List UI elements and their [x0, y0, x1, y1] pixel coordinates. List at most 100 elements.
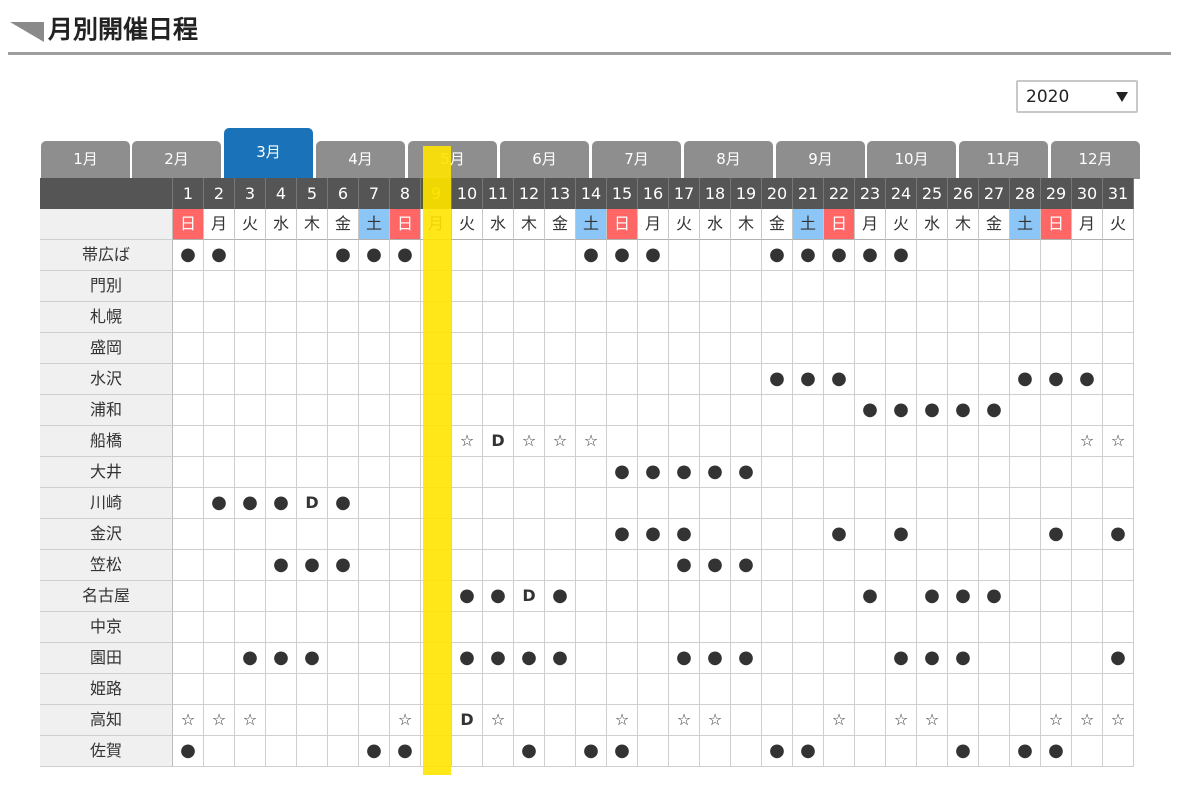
race-day-mark[interactable]: ● — [1041, 364, 1072, 395]
race-day-mark[interactable]: ● — [204, 488, 235, 519]
race-day-mark[interactable]: ● — [1041, 519, 1072, 550]
race-day-mark[interactable]: D — [452, 705, 483, 736]
race-day-mark[interactable]: ☆ — [824, 705, 855, 736]
race-day-mark[interactable]: ☆ — [576, 426, 607, 457]
race-day-mark[interactable]: ● — [328, 488, 359, 519]
race-day-mark[interactable]: ● — [266, 488, 297, 519]
race-day-mark[interactable]: ● — [483, 581, 514, 612]
race-day-mark[interactable]: ● — [545, 643, 576, 674]
race-day-mark[interactable]: ● — [979, 581, 1010, 612]
tab-month-5[interactable]: 5月 — [408, 141, 497, 179]
race-day-mark[interactable]: ● — [1103, 643, 1134, 674]
race-day-mark[interactable]: ● — [886, 643, 917, 674]
race-day-mark[interactable]: ● — [762, 240, 793, 271]
race-day-mark[interactable]: ☆ — [700, 705, 731, 736]
race-day-mark[interactable]: ☆ — [669, 705, 700, 736]
race-day-mark[interactable]: ● — [917, 581, 948, 612]
race-day-mark[interactable]: ● — [855, 240, 886, 271]
tab-month-9[interactable]: 9月 — [776, 141, 865, 179]
race-day-mark[interactable]: ☆ — [886, 705, 917, 736]
race-day-mark[interactable]: ● — [948, 643, 979, 674]
race-day-mark[interactable]: ● — [917, 643, 948, 674]
race-day-mark[interactable]: ● — [390, 736, 421, 767]
tab-month-8[interactable]: 8月 — [684, 141, 773, 179]
race-day-mark[interactable]: ● — [607, 519, 638, 550]
race-day-mark[interactable]: ● — [390, 240, 421, 271]
race-day-mark[interactable]: ☆ — [514, 426, 545, 457]
race-day-mark[interactable]: ● — [1072, 364, 1103, 395]
race-day-mark[interactable]: ● — [173, 240, 204, 271]
race-day-mark[interactable]: ● — [793, 364, 824, 395]
race-day-mark[interactable]: ● — [762, 364, 793, 395]
race-day-mark[interactable]: ☆ — [1072, 705, 1103, 736]
tab-month-6[interactable]: 6月 — [500, 141, 589, 179]
tab-month-12[interactable]: 12月 — [1051, 141, 1140, 179]
race-day-mark[interactable]: ● — [607, 240, 638, 271]
race-day-mark[interactable]: ● — [793, 736, 824, 767]
race-day-mark[interactable]: ☆ — [545, 426, 576, 457]
race-day-mark[interactable]: ● — [824, 364, 855, 395]
race-day-mark[interactable]: ● — [824, 519, 855, 550]
race-day-mark[interactable]: ● — [235, 488, 266, 519]
race-day-mark[interactable]: ● — [514, 736, 545, 767]
race-day-mark[interactable]: ● — [700, 457, 731, 488]
race-day-mark[interactable]: ● — [793, 240, 824, 271]
race-day-mark[interactable]: D — [297, 488, 328, 519]
race-day-mark[interactable]: ● — [669, 457, 700, 488]
race-day-mark[interactable]: ● — [762, 736, 793, 767]
race-day-mark[interactable]: ● — [266, 550, 297, 581]
race-day-mark[interactable]: ● — [700, 643, 731, 674]
tab-month-2[interactable]: 2月 — [132, 141, 221, 179]
tab-month-3[interactable]: 3月 — [224, 128, 313, 179]
race-day-mark[interactable]: ● — [452, 643, 483, 674]
race-day-mark[interactable]: ● — [638, 519, 669, 550]
race-day-mark[interactable]: ☆ — [452, 426, 483, 457]
race-day-mark[interactable]: ● — [1103, 519, 1134, 550]
tab-month-4[interactable]: 4月 — [316, 141, 405, 179]
race-day-mark[interactable]: ● — [607, 457, 638, 488]
race-day-mark[interactable]: ● — [359, 240, 390, 271]
race-day-mark[interactable]: ☆ — [917, 705, 948, 736]
race-day-mark[interactable]: ● — [731, 550, 762, 581]
year-select[interactable]: 2020 — [1016, 80, 1138, 113]
race-day-mark[interactable]: ● — [266, 643, 297, 674]
race-day-mark[interactable]: ● — [855, 581, 886, 612]
race-day-mark[interactable]: ● — [669, 643, 700, 674]
race-day-mark[interactable]: ☆ — [235, 705, 266, 736]
race-day-mark[interactable]: ☆ — [390, 705, 421, 736]
race-day-mark[interactable]: ● — [700, 550, 731, 581]
tab-month-11[interactable]: 11月 — [959, 141, 1048, 179]
race-day-mark[interactable]: ☆ — [1103, 426, 1134, 457]
race-day-mark[interactable]: ● — [452, 581, 483, 612]
race-day-mark[interactable]: ☆ — [173, 705, 204, 736]
race-day-mark[interactable]: ● — [669, 519, 700, 550]
race-day-mark[interactable]: ● — [328, 240, 359, 271]
race-day-mark[interactable]: ● — [514, 643, 545, 674]
race-day-mark[interactable]: ☆ — [1072, 426, 1103, 457]
race-day-mark[interactable]: ● — [235, 643, 266, 674]
race-day-mark[interactable]: ☆ — [1041, 705, 1072, 736]
race-day-mark[interactable]: ● — [855, 395, 886, 426]
race-day-mark[interactable]: ● — [576, 240, 607, 271]
race-day-mark[interactable]: ● — [173, 736, 204, 767]
race-day-mark[interactable]: ● — [731, 643, 762, 674]
race-day-mark[interactable]: ● — [948, 736, 979, 767]
race-day-mark[interactable]: ● — [1041, 736, 1072, 767]
race-day-mark[interactable]: D — [483, 426, 514, 457]
race-day-mark[interactable]: ● — [545, 581, 576, 612]
race-day-mark[interactable]: ● — [297, 550, 328, 581]
race-day-mark[interactable]: ● — [886, 240, 917, 271]
race-day-mark[interactable]: ☆ — [204, 705, 235, 736]
race-day-mark[interactable]: ● — [359, 736, 390, 767]
race-day-mark[interactable]: ● — [638, 457, 669, 488]
race-day-mark[interactable]: ● — [483, 643, 514, 674]
race-day-mark[interactable]: ● — [328, 550, 359, 581]
race-day-mark[interactable]: ● — [669, 550, 700, 581]
race-day-mark[interactable]: ● — [886, 519, 917, 550]
race-day-mark[interactable]: ● — [917, 395, 948, 426]
race-day-mark[interactable]: ● — [948, 581, 979, 612]
race-day-mark[interactable]: ● — [824, 240, 855, 271]
race-day-mark[interactable]: ● — [638, 240, 669, 271]
race-day-mark[interactable]: ● — [607, 736, 638, 767]
race-day-mark[interactable]: ● — [1010, 736, 1041, 767]
